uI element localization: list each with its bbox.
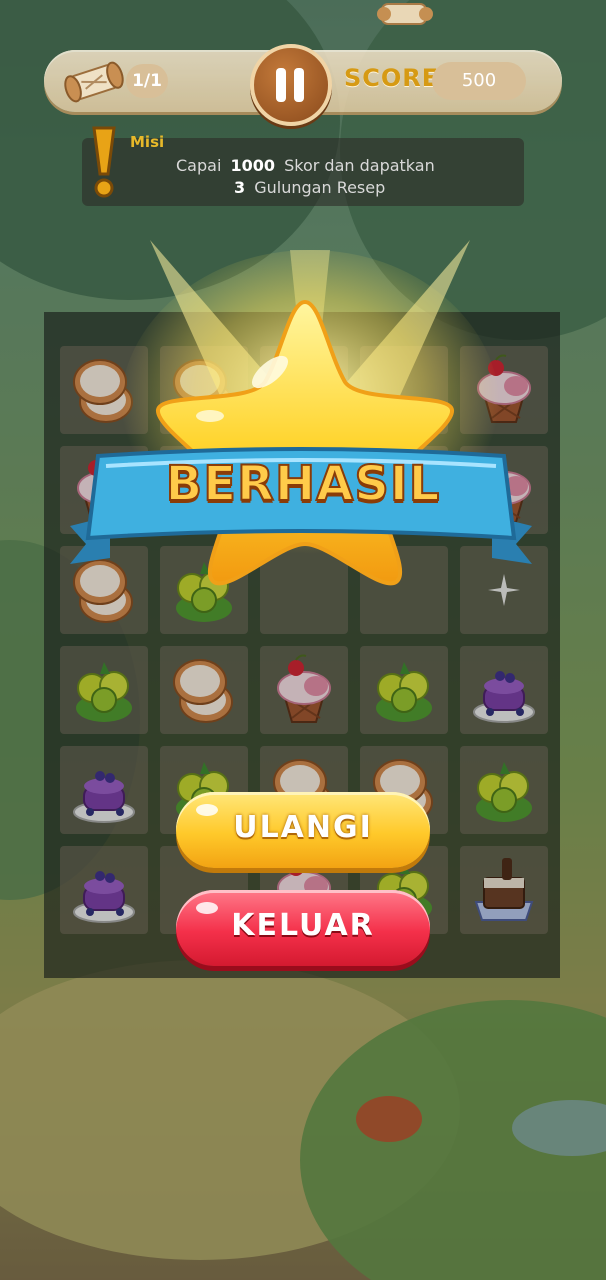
mission-text: Capai 1000 Skor dan dapatkan (176, 156, 435, 175)
exclamation-icon (92, 126, 116, 198)
mission-score-target: 1000 (230, 156, 276, 175)
mission-text: 3 Gulungan Resep (230, 178, 385, 197)
button-shine (196, 902, 218, 914)
exit-button[interactable]: KELUAR (176, 890, 430, 966)
mission-scroll-target: 3 (234, 178, 246, 197)
pause-button[interactable] (250, 44, 332, 126)
mission-text-suffix: Gulungan Resep (254, 178, 386, 197)
pause-icon (294, 68, 304, 102)
result-title: BERHASIL (165, 455, 441, 513)
retry-button[interactable]: ULANGI (176, 792, 430, 868)
scroll-counter: 1/1 (126, 64, 168, 98)
game-screen: 1/1 SCORE 500 Misi Capai 1000 Skor dan d… (0, 0, 606, 1280)
exit-label: KELUAR (231, 908, 375, 943)
button-shine (196, 804, 218, 816)
recipe-scroll-icon (64, 61, 124, 103)
retry-label: ULANGI (233, 810, 373, 845)
score-value: 500 (432, 62, 526, 100)
mission-text-suffix: Skor dan dapatkan (284, 156, 435, 175)
recipe-scroll-icon (377, 3, 433, 25)
pause-icon (276, 68, 286, 102)
mission-text-prefix: Capai (176, 156, 222, 175)
mission-title: Misi (130, 133, 165, 151)
score-label: SCORE (344, 64, 440, 92)
